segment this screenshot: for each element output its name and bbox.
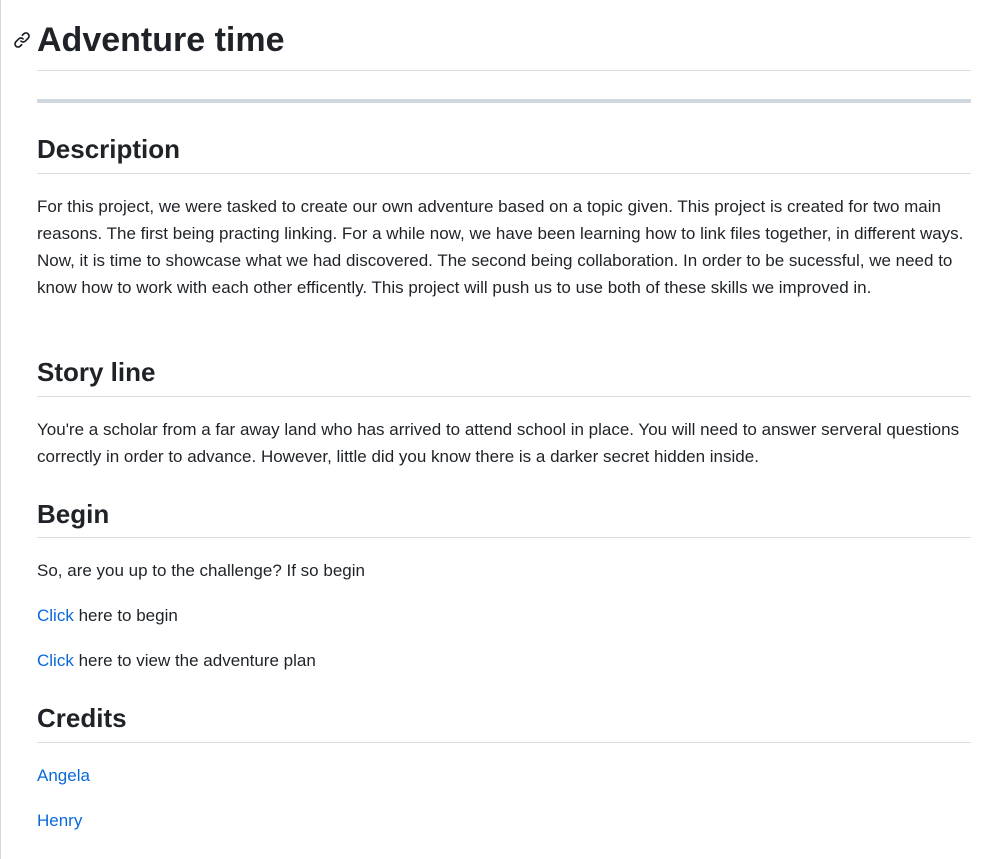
link-icon[interactable] xyxy=(13,31,31,49)
credits-heading: Credits xyxy=(37,700,971,743)
description-heading: Description xyxy=(37,131,971,174)
storyline-heading: Story line xyxy=(37,354,971,397)
storyline-text: You're a scholar from a far away land wh… xyxy=(37,420,960,466)
credit-angela-paragraph: Angela xyxy=(37,762,971,789)
begin-intro: So, are you up to the challenge? If so b… xyxy=(37,561,365,580)
begin-heading: Begin xyxy=(37,496,971,538)
title-row: Adventure time xyxy=(14,0,971,71)
begin-link[interactable]: Click xyxy=(37,606,74,625)
adventure-plan-link[interactable]: Click xyxy=(37,651,74,670)
description-text: For this project, we were tasked to crea… xyxy=(37,197,964,297)
credit-link-angela[interactable]: Angela xyxy=(37,766,90,785)
left-border xyxy=(0,0,1,859)
credit-henry-paragraph: Henry xyxy=(37,807,971,834)
horizontal-rule xyxy=(37,99,971,103)
plan-link-paragraph: Click here to view the adventure plan xyxy=(37,647,971,674)
begin-link-paragraph: Click here to begin xyxy=(37,602,971,629)
plan-link-text: here to view the adventure plan xyxy=(73,651,316,670)
readme-content: Adventure time Description For this proj… xyxy=(14,0,971,830)
begin-link-text: here to begin xyxy=(73,606,178,625)
page-title: Adventure time xyxy=(37,21,285,59)
credit-link-henry[interactable]: Henry xyxy=(37,811,82,830)
